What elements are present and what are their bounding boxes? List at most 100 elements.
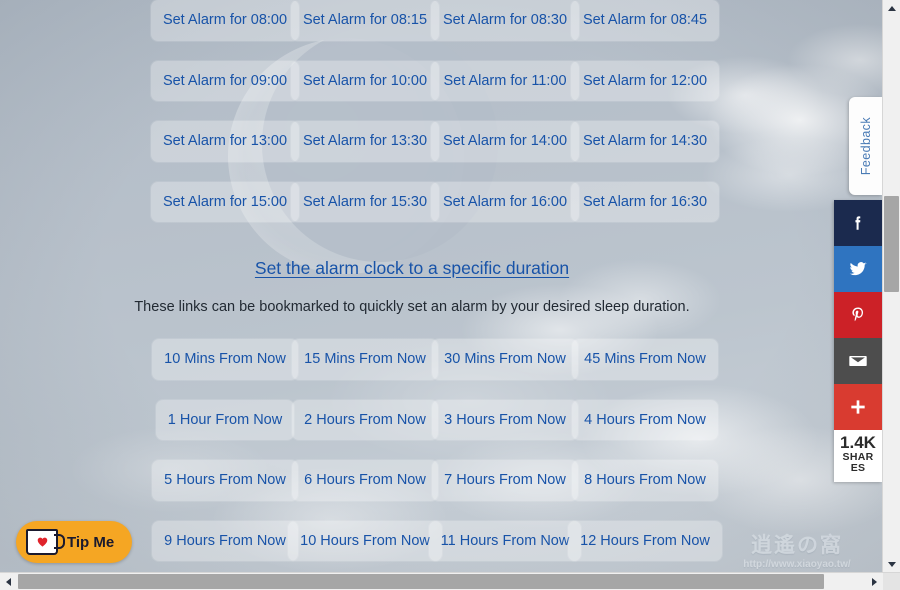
share-button-facebook[interactable] <box>834 200 882 246</box>
alarm-time-cell: Set Alarm for 09:00 <box>150 60 300 101</box>
duration-button[interactable]: 3 Hours From Now <box>432 399 578 440</box>
alarm-time-button[interactable]: Set Alarm for 08:45 <box>570 0 720 41</box>
feedback-tab[interactable]: Feedback <box>849 97 882 195</box>
specific-duration-link[interactable]: Set the alarm clock to a specific durati… <box>255 258 569 278</box>
alarm-time-cell: Set Alarm for 13:30 <box>290 121 440 162</box>
alarm-time-button[interactable]: Set Alarm for 15:00 <box>150 181 300 222</box>
duration-cell: 10 Hours From Now <box>288 520 442 561</box>
alarm-time-cell: Set Alarm for 15:00 <box>150 181 300 222</box>
duration-button[interactable]: 11 Hours From Now <box>428 520 582 561</box>
coffee-mug-heart-icon <box>26 529 65 555</box>
alarm-time-button[interactable]: Set Alarm for 08:00 <box>150 0 300 41</box>
alarm-time-cell: Set Alarm for 08:00 <box>150 0 300 41</box>
alarm-time-button[interactable]: Set Alarm for 15:30 <box>290 181 440 222</box>
alarm-time-button[interactable]: Set Alarm for 10:00 <box>290 60 440 101</box>
facebook-icon <box>849 214 867 232</box>
scroll-right-arrow-icon[interactable] <box>866 573 883 590</box>
duration-cell: 45 Mins From Now <box>572 339 718 380</box>
tip-me-button[interactable]: Tip Me <box>16 521 133 563</box>
duration-cell: 15 Mins From Now <box>292 339 438 380</box>
grid-row-gap <box>155 501 715 521</box>
share-count: 1.4K SHARES <box>834 430 882 482</box>
duration-button[interactable]: 6 Hours From Now <box>292 460 438 501</box>
alarm-time-button[interactable]: Set Alarm for 13:00 <box>150 121 300 162</box>
duration-button[interactable]: 10 Mins From Now <box>152 339 298 380</box>
alarm-time-cell: Set Alarm for 16:00 <box>430 181 580 222</box>
alarm-time-button[interactable]: Set Alarm for 14:30 <box>570 121 720 162</box>
alarm-time-cell: Set Alarm for 08:45 <box>570 0 720 41</box>
plus-icon <box>848 397 868 417</box>
duration-cell: 2 Hours From Now <box>292 399 438 440</box>
duration-button[interactable]: 8 Hours From Now <box>572 460 718 501</box>
alarm-time-cell: Set Alarm for 12:00 <box>570 60 720 101</box>
duration-cell: 7 Hours From Now <box>432 460 578 501</box>
share-button-more[interactable] <box>834 384 882 430</box>
alarm-time-button[interactable]: Set Alarm for 09:00 <box>150 60 300 101</box>
duration-cell: 8 Hours From Now <box>572 460 718 501</box>
grid-row-gap <box>155 380 715 400</box>
duration-section-description: These links can be bookmarked to quickly… <box>134 299 690 315</box>
duration-button[interactable]: 30 Mins From Now <box>432 339 578 380</box>
duration-button[interactable]: 5 Hours From Now <box>152 460 298 501</box>
duration-button[interactable]: 2 Hours From Now <box>292 399 438 440</box>
duration-button[interactable]: 12 Hours From Now <box>568 520 722 561</box>
alarm-time-cell: Set Alarm for 14:30 <box>570 121 720 162</box>
duration-cell: 3 Hours From Now <box>432 399 578 440</box>
alarm-time-button[interactable]: Set Alarm for 16:00 <box>430 181 580 222</box>
scrollbar-corner <box>883 573 900 590</box>
duration-button[interactable]: 1 Hour From Now <box>155 399 295 440</box>
alarm-time-button[interactable]: Set Alarm for 11:00 <box>431 60 579 101</box>
alarm-time-button[interactable]: Set Alarm for 08:15 <box>290 0 440 41</box>
alarm-time-button[interactable]: Set Alarm for 16:30 <box>570 181 720 222</box>
duration-button[interactable]: 7 Hours From Now <box>432 460 578 501</box>
alarm-time-cell: Set Alarm for 13:00 <box>150 121 300 162</box>
duration-button[interactable]: 9 Hours From Now <box>152 520 298 561</box>
alarm-time-button[interactable]: Set Alarm for 14:00 <box>430 121 580 162</box>
alarm-time-button[interactable]: Set Alarm for 12:00 <box>570 60 720 101</box>
grid-row-gap <box>155 101 715 121</box>
alarm-time-cell: Set Alarm for 16:30 <box>570 181 720 222</box>
alarm-time-cell: Set Alarm for 10:00 <box>290 60 440 101</box>
feedback-tab-label: Feedback <box>858 116 873 176</box>
duration-button[interactable]: 10 Hours From Now <box>288 520 442 561</box>
duration-section-header: Set the alarm clock to a specific durati… <box>0 258 862 279</box>
vertical-scrollbar-thumb[interactable] <box>884 196 899 292</box>
alarm-time-button[interactable]: Set Alarm for 08:30 <box>430 0 580 41</box>
vertical-scrollbar[interactable] <box>882 0 900 573</box>
alarm-time-cell: Set Alarm for 11:00 <box>431 60 579 101</box>
duration-button[interactable]: 45 Mins From Now <box>572 339 718 380</box>
envelope-icon <box>847 350 869 372</box>
share-button-email[interactable] <box>834 338 882 384</box>
browser-page: Set Alarm for 08:00 Set Alarm for 08:15 Se… <box>0 0 900 590</box>
alarm-time-cell: Set Alarm for 08:15 <box>290 0 440 41</box>
duration-cell: 11 Hours From Now <box>428 520 582 561</box>
horizontal-scrollbar-thumb[interactable] <box>18 574 824 589</box>
alarm-time-cell: Set Alarm for 15:30 <box>290 181 440 222</box>
duration-button[interactable]: 15 Mins From Now <box>292 339 438 380</box>
duration-cell: 4 Hours From Now <box>572 399 718 440</box>
duration-cell: 1 Hour From Now <box>155 399 295 440</box>
share-button-pinterest[interactable] <box>834 292 882 338</box>
share-button-twitter[interactable] <box>834 246 882 292</box>
grid-row-gap <box>155 162 715 182</box>
scroll-up-arrow-icon[interactable] <box>883 0 900 17</box>
duration-button[interactable]: 4 Hours From Now <box>572 399 718 440</box>
duration-button-grid: 10 Mins From Now 15 Mins From Now 30 Mins … <box>152 339 722 561</box>
scroll-down-arrow-icon[interactable] <box>883 556 900 573</box>
alarm-time-button[interactable]: Set Alarm for 13:30 <box>290 121 440 162</box>
grid-row-gap <box>155 41 715 61</box>
scroll-left-arrow-icon[interactable] <box>0 573 17 590</box>
share-count-label: SHARES <box>842 450 874 475</box>
alarm-time-cell: Set Alarm for 14:00 <box>430 121 580 162</box>
pinterest-icon <box>849 306 867 324</box>
alarm-time-cell: Set Alarm for 08:30 <box>430 0 580 41</box>
duration-cell: 6 Hours From Now <box>292 460 438 501</box>
social-share-rail: 1.4K SHARES <box>834 200 882 482</box>
duration-cell: 30 Mins From Now <box>432 339 578 380</box>
share-count-number: 1.4K <box>840 433 876 452</box>
horizontal-scrollbar[interactable] <box>0 572 900 590</box>
duration-cell: 12 Hours From Now <box>568 520 722 561</box>
duration-cell: 5 Hours From Now <box>152 460 298 501</box>
grid-row-gap <box>155 440 715 460</box>
tip-me-label: Tip Me <box>67 533 115 551</box>
